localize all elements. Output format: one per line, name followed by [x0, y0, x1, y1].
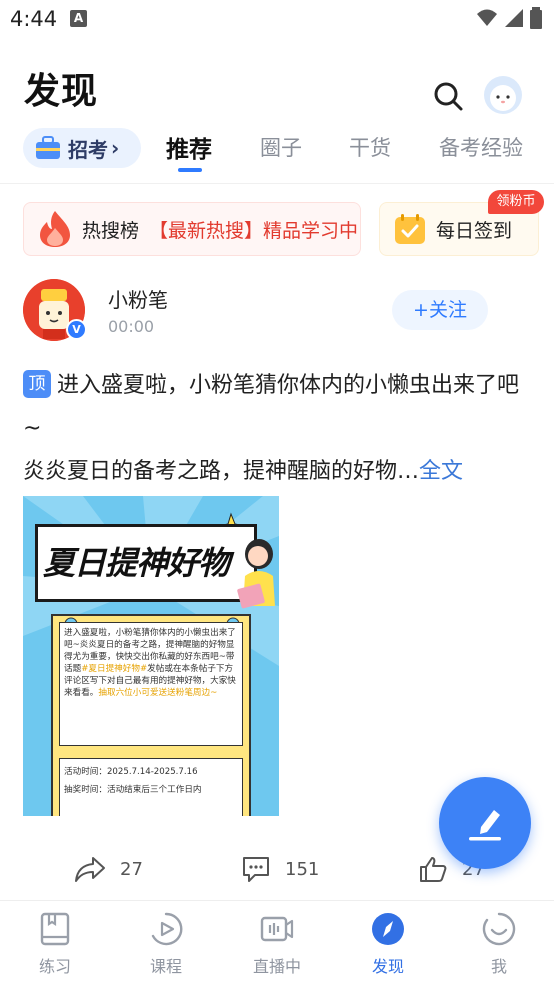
post-text-line1: 进入盛夏啦，小粉笔猜你体内的小懒虫出来了吧~: [23, 373, 520, 441]
compass-icon: [372, 913, 404, 945]
pen-icon: [469, 810, 501, 841]
status-time: 4:44: [10, 7, 58, 31]
notification-a-icon: A: [70, 10, 87, 27]
sign-in-label: 每日签到: [436, 219, 513, 242]
briefcase-icon: [36, 136, 60, 159]
nav-item-live[interactable]: 直播中: [232, 911, 322, 977]
smile-icon: [482, 912, 516, 946]
nav-label-courses: 课程: [149, 957, 182, 976]
compose-fab[interactable]: [439, 777, 531, 869]
activity-time: 活动时间：2025.7.14-2025.7.16: [64, 767, 198, 777]
status-bar: 4:44 A: [0, 0, 554, 38]
share-icon: [75, 857, 105, 882]
post-text-line2: 炎炎夏日的备考之路，提神醒脑的好物…: [23, 459, 420, 484]
zhaokao-label: 招考: [68, 137, 108, 162]
read-more-link[interactable]: 全文: [419, 459, 463, 484]
image-body-text: 进入盛夏啦，小粉笔猜你体内的小懒虫出来了吧~炎炎夏日的备考之路，提神醒脑的好物显…: [59, 622, 243, 746]
follow-button[interactable]: +关注: [392, 290, 488, 330]
nav-item-practice[interactable]: 练习: [10, 911, 100, 977]
battery-icon: [530, 7, 542, 29]
nav-label-practice: 练习: [38, 957, 71, 976]
coin-badge: 领粉币: [488, 190, 544, 214]
nav-label-discover: 发现: [371, 957, 404, 976]
nav-item-me[interactable]: 我: [454, 911, 544, 977]
chevron-right-icon: ›: [111, 136, 120, 160]
verified-badge-icon: V: [66, 319, 87, 340]
post-time: 00:00: [108, 317, 155, 336]
live-icon: [260, 916, 294, 942]
tab-recommend[interactable]: 推荐: [166, 130, 212, 164]
image-topic-tag: #夏日提神好物#: [81, 664, 148, 674]
nav-label-me: 我: [490, 957, 507, 976]
zhaokao-button[interactable]: 招考 ›: [23, 128, 141, 168]
post-image[interactable]: 夏日提神好物 进入盛夏啦，小粉笔猜你体内的小懒虫出来了吧~炎炎夏日的备考之路，提…: [23, 496, 279, 816]
image-headline: 夏日提神好物: [43, 544, 230, 582]
signal-icon: [505, 9, 523, 27]
divider: [0, 183, 554, 184]
comment-count: 151: [285, 858, 320, 880]
tab-circle[interactable]: 圈子: [260, 132, 302, 162]
bottom-nav: 练习 课程 直播中 发现 我: [0, 900, 554, 984]
comment-action[interactable]: 151: [241, 855, 319, 883]
avatar-face-icon: [490, 85, 516, 111]
search-icon[interactable]: [432, 80, 464, 112]
post-text[interactable]: 顶进入盛夏啦，小粉笔猜你体内的小懒虫出来了吧~ 炎炎夏日的备考之路，提神醒脑的好…: [23, 364, 533, 493]
pinned-badge: 顶: [23, 370, 51, 398]
image-dates: 活动时间：2025.7.14-2025.7.16 抽奖时间：活动结束后三个工作日…: [59, 758, 243, 816]
hot-search-banner[interactable]: 热搜榜 【最新热搜】精品学习中: [23, 202, 361, 256]
calendar-check-icon: [395, 214, 425, 244]
book-icon: [40, 912, 70, 946]
status-icons: [476, 7, 542, 29]
user-avatar[interactable]: [484, 76, 522, 114]
share-action[interactable]: 27: [74, 855, 143, 883]
page-title: 发现: [24, 71, 99, 112]
girl-illustration: [237, 539, 275, 609]
tab-dry-goods[interactable]: 干货: [349, 132, 391, 162]
hot-search-label: 热搜榜: [82, 219, 140, 242]
share-count: 27: [120, 858, 143, 880]
nav-item-discover[interactable]: 发现: [343, 911, 433, 977]
nav-item-courses[interactable]: 课程: [121, 911, 211, 977]
tab-exam-experience[interactable]: 备考经验: [439, 132, 523, 162]
draw-time: 抽奖时间：活动结束后三个工作日内: [64, 785, 202, 795]
hot-search-promo: 【最新热搜】精品学习中: [149, 219, 359, 242]
nav-label-live: 直播中: [252, 957, 301, 976]
image-prize-text: 抽取六位小可爱送送粉笔周边~: [98, 688, 218, 698]
play-icon: [151, 912, 183, 946]
author-name[interactable]: 小粉笔: [108, 284, 168, 313]
flame-icon: [40, 211, 70, 247]
comment-icon: [243, 857, 269, 882]
wifi-icon: [477, 9, 497, 26]
active-tab-indicator: [178, 168, 202, 172]
